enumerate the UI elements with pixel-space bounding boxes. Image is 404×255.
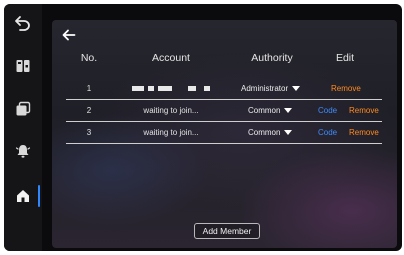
intercom-panel-icon <box>16 60 30 72</box>
dropdown-arrow-icon <box>284 108 293 113</box>
authority-value: Common <box>248 106 281 115</box>
row-divider <box>66 121 382 122</box>
row-divider <box>66 99 382 100</box>
back-arrow-icon <box>15 16 30 31</box>
header-authority: Authority <box>251 52 293 64</box>
add-member-button[interactable]: Add Member <box>194 223 260 239</box>
back-button[interactable] <box>61 27 77 43</box>
remove-link[interactable]: Remove <box>331 84 361 93</box>
home-icon <box>17 190 29 202</box>
layers-icon <box>16 101 31 116</box>
header-edit: Edit <box>335 52 355 64</box>
authority-dropdown[interactable]: Common <box>248 128 293 137</box>
sidebar-item-alerts[interactable] <box>10 138 36 164</box>
masked-account-id <box>132 86 210 91</box>
authority-dropdown[interactable]: Administrator <box>241 84 301 93</box>
member-management-panel: No. Account Authority Edit 1 Administrat… <box>52 20 397 248</box>
row-divider <box>66 143 382 144</box>
dropdown-arrow-icon <box>292 86 301 91</box>
row-number: 2 <box>86 106 92 115</box>
authority-value: Administrator <box>241 84 289 93</box>
device-screen: No. Account Authority Edit 1 Administrat… <box>4 4 402 251</box>
remove-link[interactable]: Remove <box>349 106 379 115</box>
authority-dropdown[interactable]: Common <box>248 106 293 115</box>
authority-value: Common <box>248 128 281 137</box>
header-no: No. <box>80 52 98 64</box>
header-account: Account <box>152 52 190 64</box>
bell-icon <box>15 145 31 158</box>
left-arrow-icon <box>62 29 76 41</box>
code-link[interactable]: Code <box>318 128 337 137</box>
row-number: 1 <box>86 84 92 93</box>
sidebar-item-home[interactable] <box>10 183 40 209</box>
account-status: waiting to join... <box>143 106 199 115</box>
row-number: 3 <box>86 128 92 137</box>
sidebar-item-intercom[interactable] <box>10 53 36 79</box>
sidebar-item-layers[interactable] <box>10 96 36 122</box>
sidebar <box>4 4 42 251</box>
code-link[interactable]: Code <box>318 106 337 115</box>
dropdown-arrow-icon <box>284 130 293 135</box>
account-status: waiting to join... <box>143 128 199 137</box>
remove-link[interactable]: Remove <box>349 128 379 137</box>
sidebar-back-button[interactable] <box>10 10 36 36</box>
